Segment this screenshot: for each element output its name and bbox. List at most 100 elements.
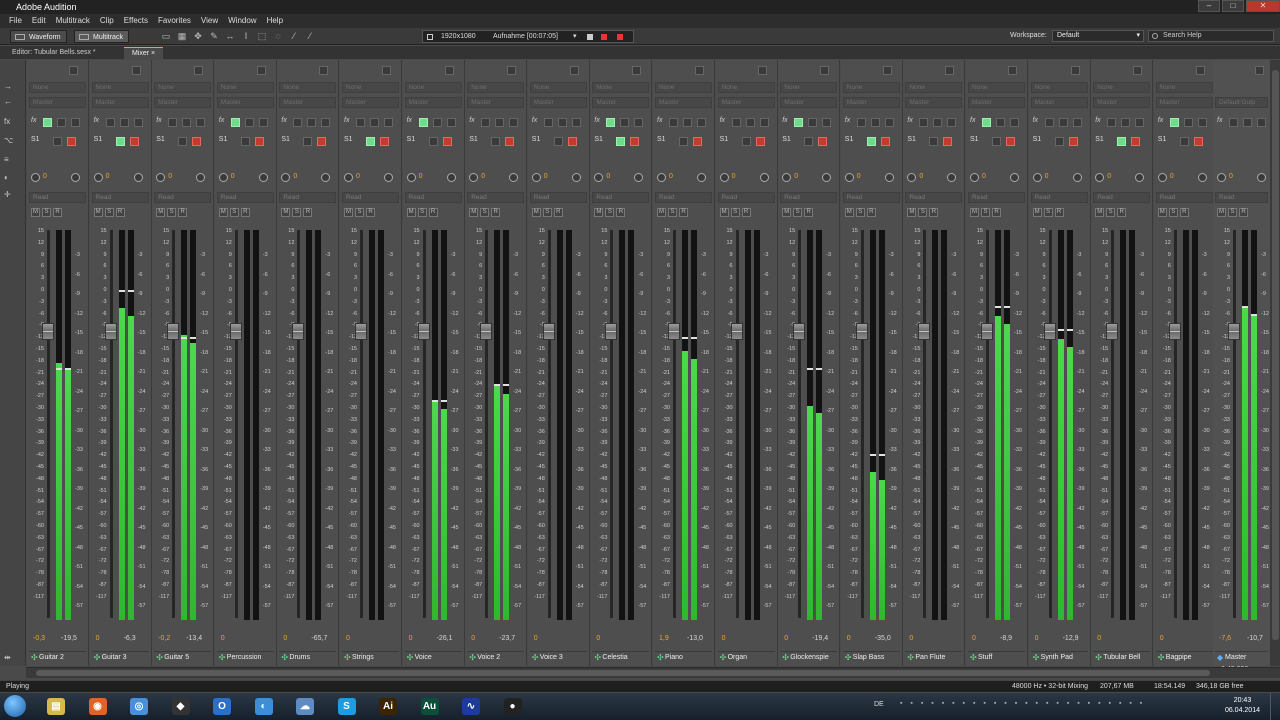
send-power-button[interactable] — [804, 137, 814, 146]
solo-button[interactable]: S — [855, 208, 865, 217]
fx-list-button[interactable] — [870, 118, 880, 127]
solo-button[interactable]: S — [1228, 208, 1237, 217]
fx-edit-button[interactable] — [446, 118, 456, 127]
lock-icon[interactable] — [256, 66, 266, 75]
fx-toggle-icon[interactable]: fx — [4, 117, 10, 126]
automation-mode-select[interactable]: Read — [905, 192, 963, 203]
pan-knob[interactable] — [406, 173, 416, 182]
output-arrow-icon[interactable]: ← — [4, 97, 12, 106]
send-power-button[interactable] — [491, 137, 501, 146]
lock-icon[interactable] — [194, 66, 204, 75]
fx-edit-button[interactable] — [759, 118, 769, 127]
routing-icon[interactable] — [968, 66, 977, 75]
fx-list-button[interactable] — [119, 118, 129, 127]
workspace-select[interactable]: Default ▾ — [1052, 30, 1144, 42]
record-arm-button[interactable]: R — [178, 208, 188, 217]
volume-fader[interactable] — [730, 323, 743, 341]
mixer-settings-icon[interactable]: ⇹ — [4, 653, 11, 662]
automation-mode-select[interactable]: Read — [529, 192, 587, 203]
record-arm-button[interactable]: R — [240, 208, 250, 217]
pan-toggle-icon[interactable]: ◐ — [4, 173, 9, 182]
output-select[interactable]: Master — [279, 97, 337, 108]
send-volume-knob[interactable] — [822, 173, 832, 182]
send-power-button[interactable] — [866, 137, 876, 146]
mute-button[interactable]: M — [844, 208, 854, 217]
volume-fader[interactable] — [229, 323, 242, 341]
input-select[interactable]: None — [1030, 82, 1088, 93]
fx-edit-button[interactable] — [634, 118, 644, 127]
routing-icon[interactable] — [1031, 66, 1040, 75]
automation-mode-select[interactable]: Read — [404, 192, 462, 203]
lock-icon[interactable] — [945, 66, 955, 75]
volume-fader[interactable] — [292, 323, 305, 341]
pan-knob[interactable] — [344, 173, 353, 182]
mute-button[interactable]: M — [469, 208, 479, 217]
fx-power-button[interactable] — [794, 118, 804, 127]
fx-power-button[interactable] — [43, 118, 52, 127]
record-arm-button[interactable]: R — [741, 208, 751, 217]
automation-mode-select[interactable]: Read — [1155, 192, 1213, 203]
solo-button[interactable]: S — [1168, 208, 1178, 217]
menu-file[interactable]: File — [4, 14, 27, 28]
automation-toggle-icon[interactable]: ✛ — [4, 190, 11, 199]
mute-button[interactable]: M — [156, 208, 166, 217]
send-mute-button[interactable] — [1131, 137, 1141, 146]
send-volume-knob[interactable] — [571, 173, 581, 182]
volume-fader[interactable] — [1168, 323, 1181, 341]
solo-button[interactable]: S — [730, 208, 740, 217]
output-select[interactable]: Master — [467, 97, 525, 108]
sends-toggle-icon[interactable]: ⌥ — [4, 136, 13, 145]
record-arm-button[interactable]: R — [428, 208, 438, 217]
fx-edit-button[interactable] — [1135, 118, 1145, 127]
lock-icon[interactable] — [1255, 66, 1264, 75]
lock-icon[interactable] — [1070, 66, 1080, 75]
minimize-button[interactable]: – — [1198, 0, 1220, 12]
routing-icon[interactable] — [780, 66, 789, 75]
maximize-button[interactable]: □ — [1222, 0, 1244, 12]
menu-help[interactable]: Help — [262, 14, 288, 28]
camera-icon[interactable] — [587, 34, 593, 40]
send-mute-button[interactable] — [505, 137, 515, 146]
input-select[interactable]: None — [1093, 82, 1151, 93]
pan-knob[interactable] — [31, 173, 40, 182]
menu-multitrack[interactable]: Multitrack — [51, 14, 95, 28]
send-mute-button[interactable] — [442, 137, 452, 146]
pan-knob[interactable] — [782, 173, 792, 182]
automation-mode-select[interactable]: Read — [154, 192, 212, 203]
send-mute-button[interactable] — [380, 137, 389, 146]
menu-effects[interactable]: Effects — [119, 14, 153, 28]
send-mute-button[interactable] — [317, 137, 327, 146]
automation-mode-select[interactable]: Read — [91, 192, 149, 203]
fx-edit-button[interactable] — [71, 118, 80, 127]
send-volume-knob[interactable] — [1135, 173, 1145, 182]
input-select[interactable]: None — [655, 82, 712, 93]
input-select[interactable]: None — [404, 82, 462, 93]
send-power-button[interactable] — [929, 137, 939, 146]
lock-icon[interactable] — [1008, 66, 1017, 75]
time-selection-icon[interactable]: I — [240, 31, 252, 42]
taskbar-app-9[interactable]: Ai — [370, 695, 406, 718]
move-tool-icon[interactable]: ✥ — [192, 31, 204, 42]
send-mute-button[interactable] — [630, 137, 640, 146]
taskbar-app-6[interactable]: ◐ — [246, 695, 282, 718]
routing-icon[interactable] — [405, 66, 414, 75]
send-mute-button[interactable] — [880, 137, 890, 146]
fx-edit-button[interactable] — [196, 118, 206, 127]
routing-icon[interactable] — [655, 66, 664, 75]
fx-edit-button[interactable] — [571, 118, 581, 127]
fx-list-button[interactable] — [808, 118, 818, 127]
send-volume-knob[interactable] — [446, 173, 456, 182]
fx-list-button[interactable] — [557, 118, 567, 127]
output-select[interactable]: Master — [1030, 97, 1088, 108]
mute-button[interactable]: M — [782, 208, 792, 217]
fx-edit-button[interactable] — [509, 118, 519, 127]
search-help-input[interactable]: Search Help — [1148, 30, 1274, 42]
send-power-button[interactable] — [240, 137, 250, 146]
automation-mode-select[interactable]: Read — [780, 192, 838, 203]
solo-button[interactable]: S — [292, 208, 302, 217]
send-mute-button[interactable] — [818, 137, 828, 146]
pan-knob[interactable] — [657, 173, 666, 182]
eq-toggle-icon[interactable]: ≡ — [4, 155, 9, 164]
fx-edit-button[interactable] — [884, 118, 894, 127]
lasso-icon[interactable]: ◌ — [272, 31, 284, 42]
